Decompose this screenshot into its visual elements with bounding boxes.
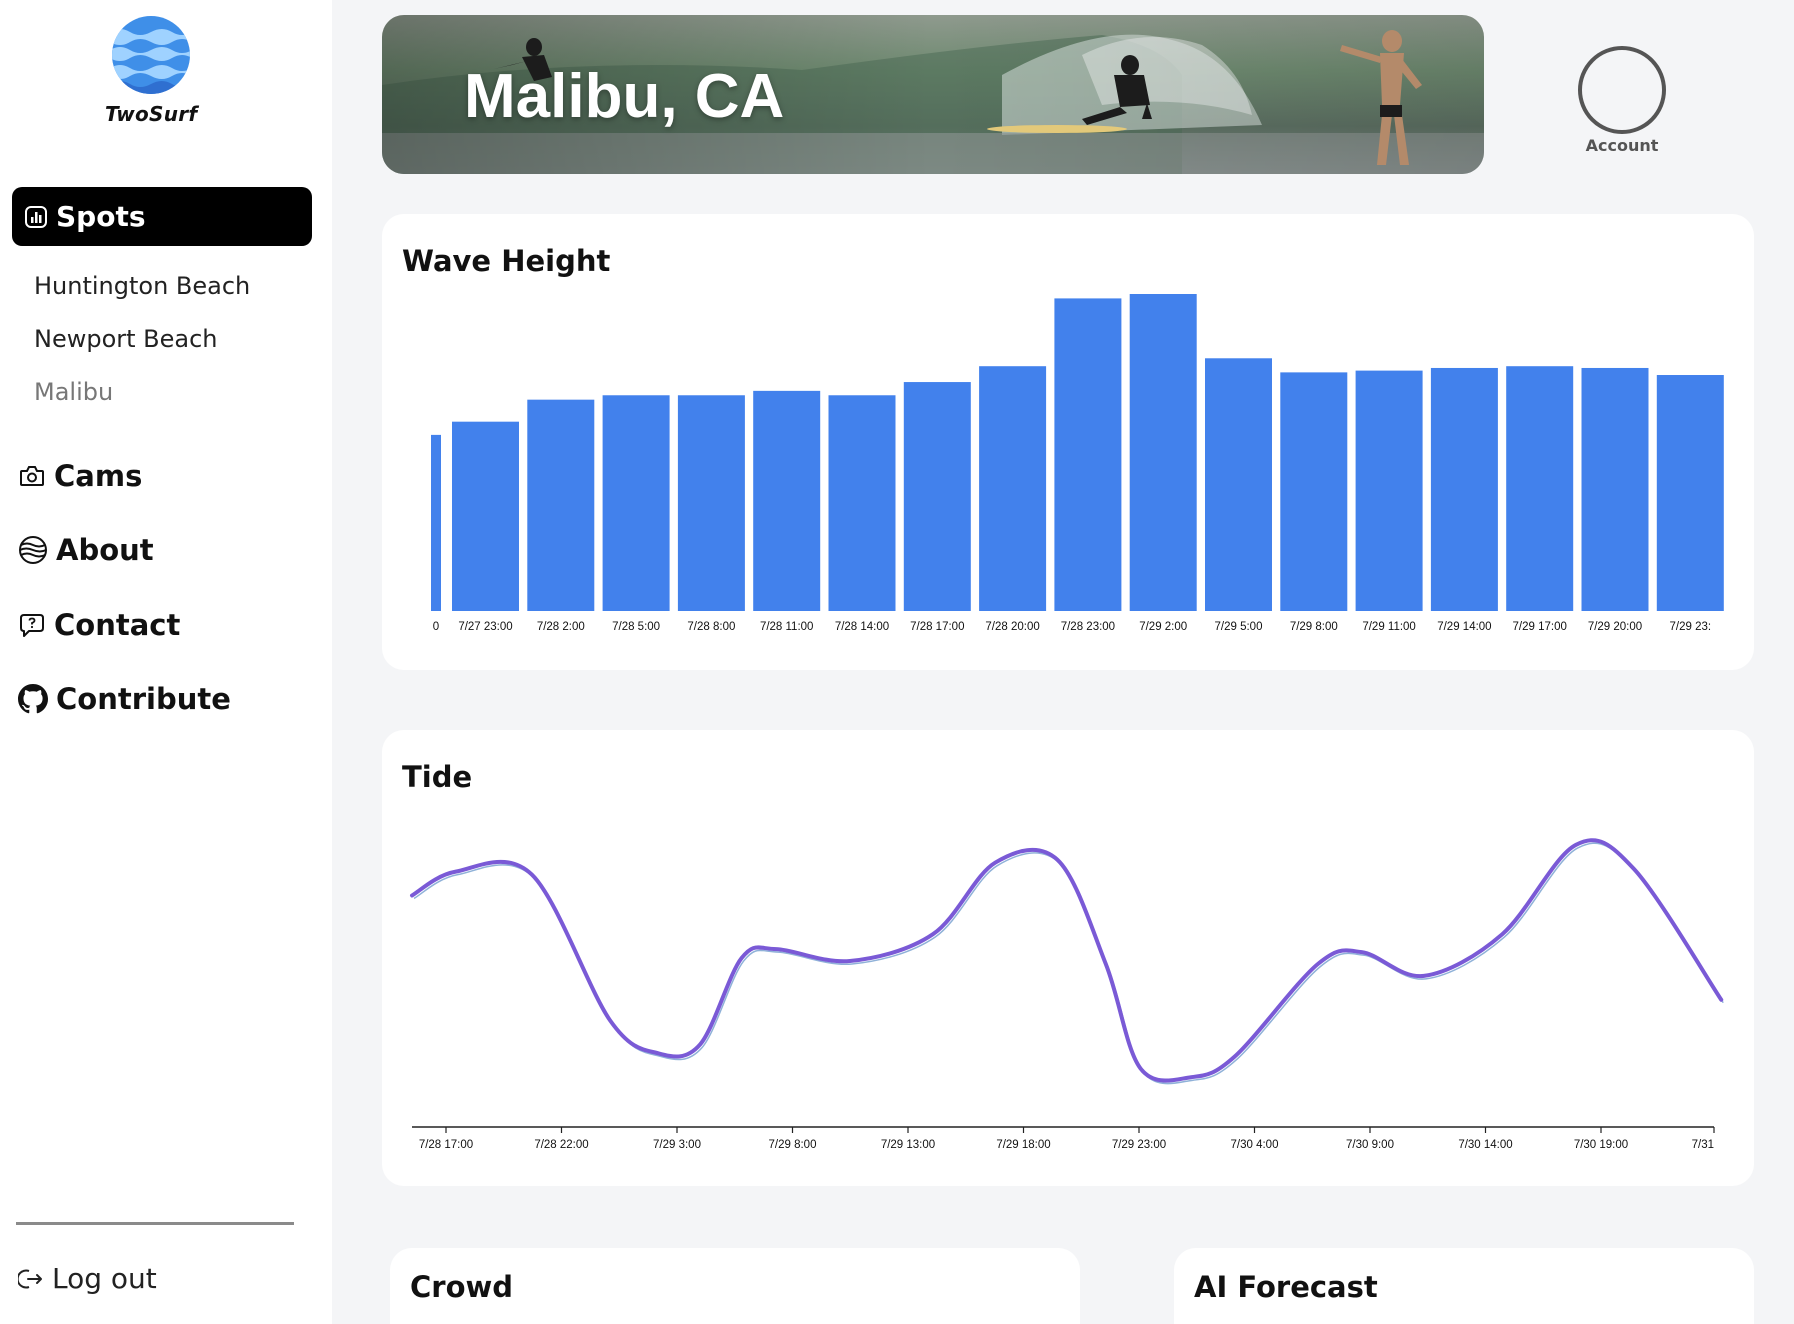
x-tick-label: 7/30 14:00 (1458, 1139, 1512, 1151)
wave-bar[interactable] (828, 395, 896, 611)
x-tick-label: 7/28 8:00 (687, 621, 735, 633)
x-tick-label: 7/30 19:00 (1574, 1139, 1628, 1151)
x-tick-label: 7/31 (1692, 1139, 1714, 1151)
account-button[interactable]: Account (1578, 46, 1666, 155)
wave-bar[interactable] (527, 399, 595, 611)
x-tick-label: 7/29 11:00 (1362, 621, 1416, 633)
nav-item-label: Spots (56, 200, 146, 233)
wave-height-chart: 0 7/27 23:00 7/28 2:00 7/28 5:00 7/28 8:00 7/… (431, 294, 1724, 633)
tide-line[interactable] (410, 838, 1724, 1083)
nav-item-label: Contact (54, 608, 181, 642)
x-tick-label: 7/29 3:00 (653, 1139, 701, 1151)
nav-item-contribute[interactable]: Contribute (18, 682, 231, 716)
wave-bar[interactable] (1205, 358, 1272, 611)
tide-card: Tide 7/28 17:00 7/28 22:00 7/29 3:00 7/29 8… (382, 730, 1754, 1186)
x-tick-label: 7/28 20:00 (985, 621, 1039, 633)
wave-bar[interactable] (1280, 372, 1348, 611)
github-icon (18, 684, 48, 714)
ai-forecast-title: AI Forecast (1194, 1270, 1378, 1304)
x-tick-label: 7/29 14:00 (1437, 621, 1491, 633)
wave-bar[interactable] (1054, 298, 1122, 611)
nav-item-label: Cams (54, 459, 143, 493)
x-tick-label: 7/28 11:00 (760, 621, 814, 633)
x-tick-label: 7/29 2:00 (1139, 621, 1187, 633)
logout-label: Log out (52, 1262, 157, 1295)
avatar (1578, 46, 1666, 134)
x-tick-label: 7/29 23:00 (1112, 1139, 1166, 1151)
x-tick-label: 7/29 20:00 (1588, 621, 1642, 633)
account-label: Account (1585, 136, 1659, 155)
ai-forecast-card: AI Forecast (1174, 1248, 1754, 1324)
spot-hero-banner: Malibu, CA (382, 15, 1484, 174)
x-tick-label: 7/30 9:00 (1346, 1139, 1394, 1151)
x-tick-label: 7/29 13:00 (881, 1139, 935, 1151)
spot-title: Malibu, CA (464, 62, 785, 131)
app-logo[interactable]: TwoSurf (105, 14, 197, 126)
waves-logo-icon (112, 16, 190, 94)
bar-chart-icon (24, 205, 48, 229)
x-tick-label: 7/29 8:00 (1290, 621, 1338, 633)
wave-bar[interactable] (602, 395, 670, 611)
nav-item-spots[interactable]: Spots (12, 187, 312, 246)
x-tick-label: 7/27 23:00 (458, 621, 512, 633)
nav-item-cams[interactable]: Cams (18, 459, 142, 493)
wave-bar[interactable] (1355, 370, 1423, 611)
tide-chart: 7/28 17:00 7/28 22:00 7/29 3:00 7/29 8:00 7/… (410, 838, 1724, 1151)
x-tick-label: 7/29 8:00 (769, 1139, 817, 1151)
nav-item-label: Contribute (56, 682, 231, 716)
spot-link-malibu[interactable]: Malibu (34, 378, 113, 406)
nav-item-label: About (56, 533, 154, 567)
x-tick-label: 7/28 14:00 (835, 621, 889, 633)
x-tick-label: 7/28 23:00 (1061, 621, 1115, 633)
x-tick-label: 7/29 17:00 (1513, 621, 1567, 633)
crowd-card: Crowd (390, 1248, 1080, 1324)
wave-bar[interactable] (1581, 367, 1649, 611)
globe-icon (18, 535, 48, 565)
x-tick-label: 7/29 5:00 (1215, 621, 1263, 633)
x-tick-label: 7/28 2:00 (537, 621, 585, 633)
tide-reference-line (413, 842, 1724, 1085)
wave-bar[interactable] (753, 390, 821, 611)
x-tick-label: 7/30 4:00 (1231, 1139, 1279, 1151)
x-tick-label: 7/28 5:00 (612, 621, 660, 633)
x-tick-label: 7/29 23: (1670, 621, 1712, 633)
wave-bar[interactable] (979, 366, 1047, 611)
spot-link-newport-beach[interactable]: Newport Beach (34, 325, 218, 353)
app-name: TwoSurf (105, 102, 198, 126)
wave-bar[interactable] (677, 395, 745, 611)
wave-bar[interactable] (1129, 294, 1197, 611)
wave-bar[interactable] (1506, 366, 1574, 611)
wave-bar[interactable] (903, 382, 971, 611)
wave-bar[interactable] (431, 434, 441, 611)
spot-link-huntington-beach[interactable]: Huntington Beach (34, 272, 250, 300)
wave-height-card: Wave Height 0 7/27 23:00 7/28 2:00 7/28 5:0… (382, 214, 1754, 670)
sidebar-divider (16, 1222, 294, 1225)
wave-bar[interactable] (1656, 375, 1724, 611)
x-tick-label: 7/28 17:00 (419, 1139, 473, 1151)
x-tick-label: 7/29 18:00 (996, 1139, 1050, 1151)
chat-bubble-icon (18, 611, 46, 639)
x-tick-label: 7/28 17:00 (910, 621, 964, 633)
x-tick-label: 7/28 22:00 (534, 1139, 588, 1151)
logout-icon (18, 1266, 44, 1292)
logout-button[interactable]: Log out (18, 1262, 157, 1295)
camera-icon (18, 462, 46, 490)
x-tick-label: 0 (433, 621, 439, 633)
sidebar: TwoSurf Spots Huntington Beach Newport B… (0, 0, 332, 1324)
nav-item-about[interactable]: About (18, 533, 154, 567)
nav-item-contact[interactable]: Contact (18, 608, 180, 642)
crowd-title: Crowd (410, 1270, 514, 1304)
wave-bar[interactable] (1430, 367, 1498, 611)
wave-bar[interactable] (452, 421, 519, 611)
